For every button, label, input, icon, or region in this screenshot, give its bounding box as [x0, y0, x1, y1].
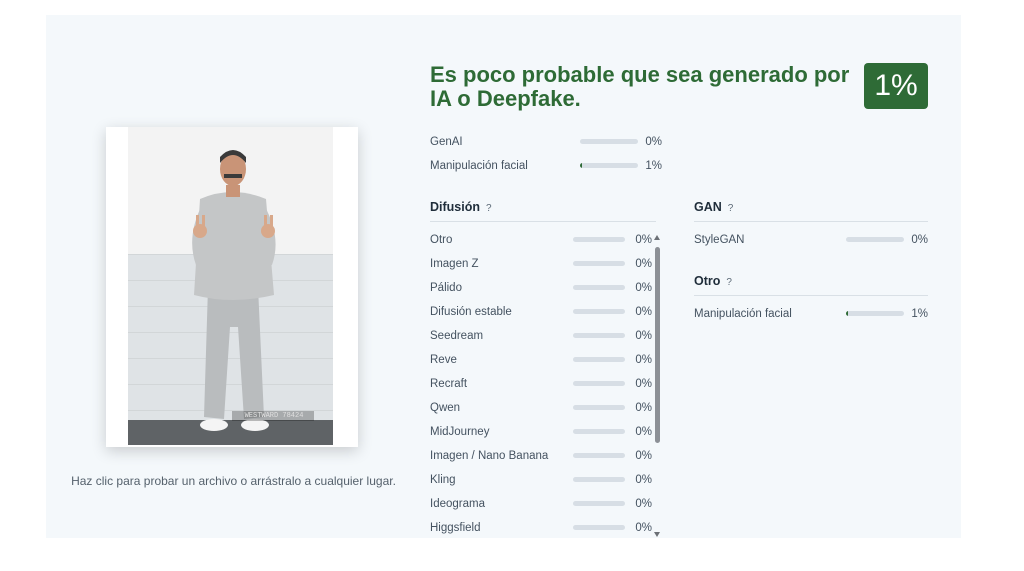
score-label: Imagen / Nano Banana — [430, 450, 549, 462]
score-bar — [573, 285, 625, 290]
image-caption: WESTWARD 78424 — [244, 412, 304, 420]
score-label: Manipulación facial — [430, 160, 528, 172]
score-percent: 1% — [911, 308, 928, 320]
score-row: Manipulación facial 1% — [694, 304, 930, 324]
score-bar — [573, 429, 625, 434]
divider — [430, 221, 656, 222]
score-label: Recraft — [430, 378, 468, 390]
score-percent: 0% — [635, 282, 652, 294]
score-bar — [573, 261, 625, 266]
score-label: MidJourney — [430, 426, 490, 438]
help-icon[interactable]: ? — [726, 277, 732, 288]
score-row: Otro 0% — [430, 230, 652, 250]
person-photo-illustration — [192, 150, 314, 431]
score-label: Imagen Z — [430, 258, 479, 270]
score-bar-fill — [846, 311, 848, 316]
score-bar — [573, 333, 625, 338]
score-label: Manipulación facial — [694, 308, 792, 320]
divider — [694, 295, 928, 296]
score-row: Difusión estable 0% — [430, 302, 652, 322]
score-bar — [573, 237, 625, 242]
score-percent: 0% — [635, 306, 652, 318]
score-label: Reve — [430, 354, 457, 366]
score-row: Recraft 0% — [430, 374, 652, 394]
score-label: Ideograma — [430, 498, 485, 510]
uploaded-image[interactable]: WESTWARD 78424 — [128, 127, 333, 445]
score-percent: 0% — [635, 258, 652, 270]
score-row: Ideograma 0% — [430, 494, 652, 514]
divider — [694, 221, 928, 222]
score-percent: 0% — [635, 378, 652, 390]
difusion-scrollbar[interactable] — [654, 235, 661, 537]
score-row: Kling 0% — [430, 470, 652, 490]
score-label: Otro — [430, 234, 453, 246]
scroll-up-arrow-icon[interactable] — [654, 235, 660, 240]
help-icon[interactable]: ? — [728, 203, 734, 214]
score-row: Qwen 0% — [430, 398, 652, 418]
score-bar — [573, 357, 625, 362]
score-bar — [573, 405, 625, 410]
score-row: Imagen / Nano Banana 0% — [430, 446, 652, 466]
score-row: Manipulación facial 1% — [430, 156, 666, 176]
score-percent: 0% — [635, 234, 652, 246]
section-difusion-title: Difusión? — [430, 200, 492, 214]
score-bar — [573, 501, 625, 506]
verdict-title: Es poco probable que sea generado por IA… — [430, 62, 850, 111]
score-percent: 0% — [635, 474, 652, 486]
score-label: Kling — [430, 474, 456, 486]
score-row: StyleGAN 0% — [694, 230, 930, 250]
score-row: Seedream 0% — [430, 326, 652, 346]
section-gan-title: GAN? — [694, 200, 734, 214]
score-percent: 0% — [635, 402, 652, 414]
score-percent: 0% — [635, 498, 652, 510]
score-row: Reve 0% — [430, 350, 652, 370]
score-label: Pálido — [430, 282, 462, 294]
score-label: Higgsfield — [430, 522, 481, 534]
results-card: WESTWARD 78424 Haz clic para probar un a… — [46, 15, 961, 538]
scroll-down-arrow-icon[interactable] — [654, 532, 660, 537]
section-otro-title: Otro? — [694, 274, 732, 288]
score-percent: 0% — [635, 522, 652, 534]
score-label: Difusión estable — [430, 306, 512, 318]
score-label: StyleGAN — [694, 234, 745, 246]
score-label: GenAI — [430, 136, 463, 148]
score-bar — [580, 139, 638, 144]
score-row: MidJourney 0% — [430, 422, 652, 442]
score-percent: 1% — [645, 160, 662, 172]
score-row: Pálido 0% — [430, 278, 652, 298]
score-percent: 0% — [635, 354, 652, 366]
overall-score-badge: 1% — [864, 63, 928, 109]
score-row: Imagen Z 0% — [430, 254, 652, 274]
score-bar — [846, 311, 904, 316]
score-row: GenAI 0% — [430, 132, 666, 152]
score-percent: 0% — [645, 136, 662, 148]
score-bar — [573, 453, 625, 458]
help-icon[interactable]: ? — [486, 203, 492, 214]
score-percent: 0% — [635, 330, 652, 342]
upload-hint[interactable]: Haz clic para probar un archivo o arrást… — [66, 473, 401, 490]
score-percent: 0% — [635, 450, 652, 462]
score-bar — [580, 163, 638, 168]
score-bar — [573, 309, 625, 314]
score-label: Seedream — [430, 330, 484, 342]
score-bar — [573, 477, 625, 482]
score-bar — [573, 381, 625, 386]
score-row: Higgsfield 0% — [430, 518, 652, 538]
score-bar-fill — [580, 163, 582, 168]
score-percent: 0% — [635, 426, 652, 438]
score-label: Qwen — [430, 402, 461, 414]
score-bar — [573, 525, 625, 530]
score-percent: 0% — [911, 234, 928, 246]
scrollbar-thumb[interactable] — [655, 247, 660, 443]
score-bar — [846, 237, 904, 242]
